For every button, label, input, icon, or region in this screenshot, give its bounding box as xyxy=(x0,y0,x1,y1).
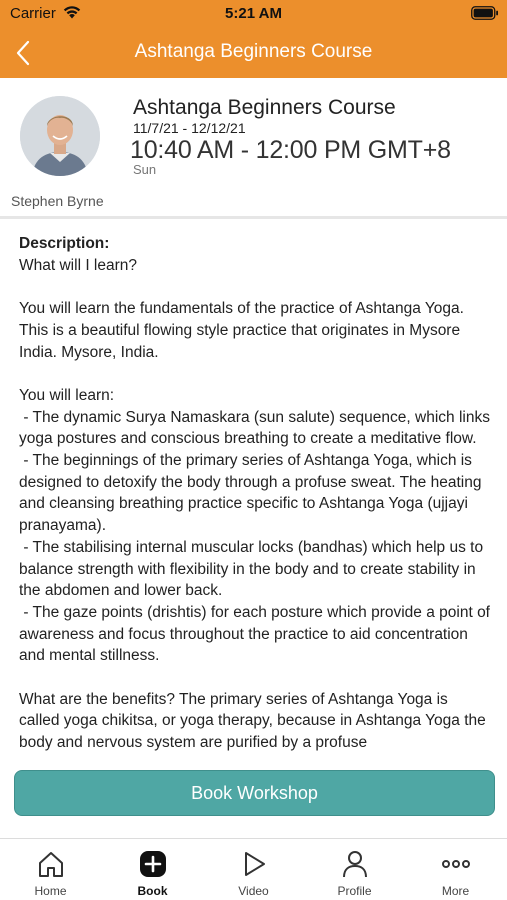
plus-square-icon xyxy=(138,849,168,879)
nav-bar: Ashtanga Beginners Course xyxy=(0,28,507,78)
instructor-name: Stephen Byrne xyxy=(11,193,104,209)
course-header: Stephen Byrne Ashtanga Beginners Course … xyxy=(0,78,507,216)
status-time: 5:21 AM xyxy=(225,5,282,22)
tab-label-home: Home xyxy=(34,884,67,898)
description-text: What will I learn? You will learn the fu… xyxy=(19,256,490,752)
tab-bar: Home Book Video Profile More xyxy=(0,838,507,900)
person-icon xyxy=(340,849,370,879)
tab-more[interactable]: More xyxy=(405,839,506,900)
home-icon xyxy=(36,849,66,879)
tab-book[interactable]: Book xyxy=(102,839,203,900)
course-dates: 11/7/21 - 12/12/21 xyxy=(133,120,246,136)
nav-title: Ashtanga Beginners Course xyxy=(134,41,373,62)
tab-label-profile: Profile xyxy=(337,884,372,898)
tab-label-video: Video xyxy=(238,884,269,898)
course-title: Ashtanga Beginners Course xyxy=(133,96,396,119)
tab-label-book: Book xyxy=(137,884,168,898)
battery-icon xyxy=(471,6,499,24)
tab-home[interactable]: Home xyxy=(0,839,101,900)
course-time: 10:40 AM - 12:00 PM GMT+8 xyxy=(130,136,451,164)
status-bar: Carrier 5:21 AM xyxy=(0,0,507,28)
more-dots-icon xyxy=(441,849,471,879)
tab-video[interactable]: Video xyxy=(203,839,304,900)
tab-profile[interactable]: Profile xyxy=(304,839,405,900)
course-day: Sun xyxy=(133,162,157,177)
description-panel[interactable]: Description: What will I learn? You will… xyxy=(19,233,491,760)
book-workshop-button[interactable]: Book Workshop xyxy=(14,770,495,816)
tab-label-more: More xyxy=(441,884,470,898)
description-label: Description: xyxy=(19,235,110,252)
instructor-avatar xyxy=(20,96,100,176)
divider xyxy=(0,216,507,219)
play-icon xyxy=(239,849,269,879)
